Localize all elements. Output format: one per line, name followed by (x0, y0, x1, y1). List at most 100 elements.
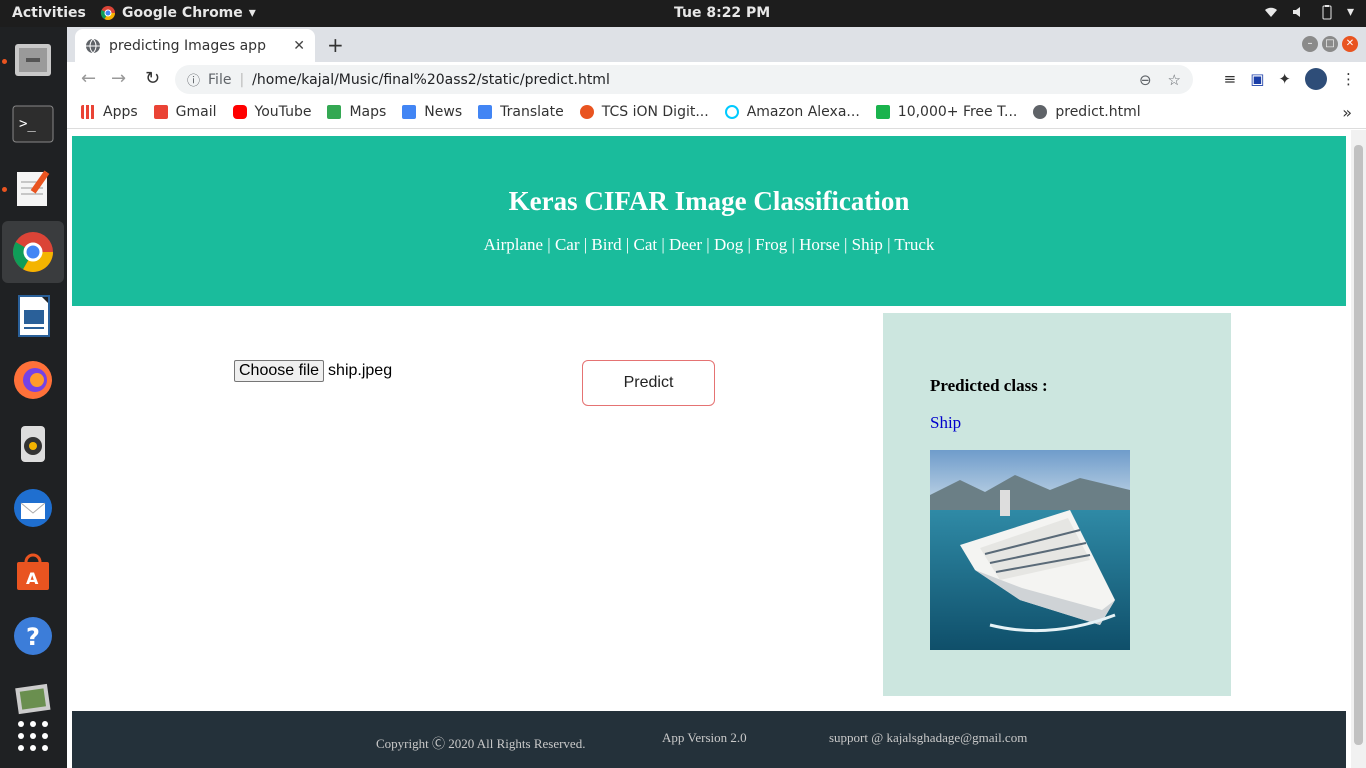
toolbar-actions: ≡ ▣ ✦ ⋮ (1224, 68, 1356, 90)
apps-grid-icon (81, 105, 95, 119)
globe-icon (86, 38, 100, 53)
bookmark-label: Amazon Alexa... (746, 104, 860, 120)
bookmark-label: 10,000+ Free T... (897, 104, 1018, 120)
bookmark-label: YouTube (254, 104, 312, 120)
thunderbird-icon[interactable] (8, 483, 58, 533)
window-controls: – □ ✕ (1302, 36, 1358, 52)
footer-copyright: Copyright Ⓒ 2020 All Rights Reserved. (376, 736, 586, 751)
dock: >_ A ? (0, 27, 67, 768)
chevron-down-icon: ▾ (1346, 4, 1354, 20)
bookmark-gmail[interactable]: Gmail (153, 104, 217, 120)
youtube-icon (232, 105, 247, 119)
bookmark-star-icon[interactable]: ☆ (1168, 71, 1181, 89)
rhythmbox-icon[interactable] (8, 419, 58, 469)
page-viewport: Keras CIFAR Image Classification Airplan… (67, 130, 1366, 768)
page-scrollbar[interactable] (1351, 130, 1366, 768)
chrome-icon (100, 6, 115, 20)
gmail-icon (153, 105, 168, 119)
chrome-window: predicting Images app ✕ + – □ ✕ ← → ↻ ⓘ … (67, 27, 1366, 768)
url-text[interactable]: /home/kajal/Music/final%20ass2/static/pr… (252, 72, 1139, 88)
pexels-icon (875, 105, 890, 119)
svg-text:A: A (26, 569, 39, 588)
bookmark-label: TCS iON Digit... (601, 104, 709, 120)
scrollbar-thumb[interactable] (1354, 145, 1363, 745)
running-indicator (2, 187, 7, 192)
profile-avatar[interactable] (1305, 68, 1327, 90)
bookmark-label: predict.html (1055, 104, 1141, 120)
help-icon[interactable]: ? (8, 611, 58, 661)
scheme-label: File (208, 71, 232, 88)
bookmark-apps[interactable]: Apps (81, 104, 138, 120)
firefox-icon[interactable] (8, 355, 58, 405)
alexa-icon (724, 105, 739, 119)
maximize-button[interactable]: □ (1322, 36, 1338, 52)
clock[interactable]: Tue 8:22 PM (674, 5, 770, 21)
show-applications-icon[interactable] (8, 711, 58, 761)
chevron-down-icon: ▾ (248, 5, 256, 21)
bookmark-amazon-alexa[interactable]: Amazon Alexa... (724, 104, 860, 120)
reading-list-icon[interactable]: ≡ (1224, 70, 1237, 88)
volume-icon (1292, 7, 1300, 17)
bookmark-label: Gmail (175, 104, 217, 120)
maps-icon (327, 105, 342, 119)
more-bookmarks-icon[interactable]: » (1342, 103, 1352, 122)
predicted-class-value: Ship (930, 413, 962, 432)
footer-version: App Version 2.0 (662, 730, 747, 745)
address-bar[interactable]: ⓘ File | /home/kajal/Music/final%20ass2/… (175, 65, 1193, 94)
system-tray[interactable]: ▾ (1263, 4, 1354, 20)
terminal-icon[interactable]: >_ (8, 99, 58, 149)
bookmark-label: Apps (103, 104, 138, 120)
software-center-icon[interactable]: A (8, 547, 58, 597)
files-icon[interactable] (8, 35, 58, 85)
tab-strip: predicting Images app ✕ + – □ ✕ (67, 27, 1366, 62)
activities-button[interactable]: Activities (12, 5, 86, 21)
reload-button[interactable]: ↻ (145, 68, 160, 89)
file-upload: Choose file ship.jpeg (234, 360, 392, 382)
selected-file-name: ship.jpeg (328, 362, 393, 379)
bookmark-news[interactable]: News (402, 104, 462, 120)
running-indicator (2, 59, 7, 64)
result-panel: Predicted class : Ship (883, 313, 1231, 696)
translate-icon (478, 105, 493, 119)
wifi-icon (1264, 7, 1277, 18)
predict-button[interactable]: Predict (582, 360, 715, 406)
choose-file-button[interactable]: Choose file (234, 360, 325, 382)
bookmark-youtube[interactable]: YouTube (232, 104, 312, 120)
minimize-button[interactable]: – (1302, 36, 1318, 52)
predicted-class-label: Predicted class : (930, 376, 1048, 395)
text-editor-icon[interactable] (8, 163, 58, 213)
info-icon[interactable]: ⓘ (187, 70, 200, 89)
tab-predicting-images[interactable]: predicting Images app ✕ (75, 29, 315, 62)
chrome-dock-icon[interactable] (2, 221, 64, 283)
close-window-button[interactable]: ✕ (1342, 36, 1358, 52)
bookmarks-bar: Apps Gmail YouTube Maps News Translate T… (67, 96, 1366, 129)
news-icon (402, 105, 417, 119)
close-tab-icon[interactable]: ✕ (293, 38, 305, 54)
cast-icon[interactable]: ▣ (1250, 70, 1264, 88)
bookmark-maps[interactable]: Maps (327, 104, 386, 120)
bookmark-free-t[interactable]: 10,000+ Free T... (875, 104, 1018, 120)
battery-icon (1322, 5, 1332, 20)
forward-button[interactable]: → (111, 68, 126, 89)
page-header: Keras CIFAR Image Classification Airplan… (72, 136, 1346, 306)
page-title: Keras CIFAR Image Classification (508, 186, 910, 216)
extensions-icon[interactable]: ✦ (1278, 70, 1291, 88)
back-button[interactable]: ← (81, 68, 96, 89)
zoom-icon[interactable]: ⊖ (1139, 71, 1152, 89)
bookmark-predict[interactable]: predict.html (1033, 104, 1141, 120)
bookmark-tcs-ion[interactable]: TCS iON Digit... (579, 104, 709, 120)
uploaded-ship-image (930, 450, 1130, 650)
app-menu-label: Google Chrome (122, 5, 243, 21)
tab-title: predicting Images app (109, 37, 266, 54)
app-menu[interactable]: Google Chrome ▾ (100, 5, 256, 21)
svg-text:>_: >_ (19, 116, 36, 132)
bookmark-label: Translate (500, 104, 564, 120)
globe-icon (1033, 105, 1048, 119)
menu-icon[interactable]: ⋮ (1341, 70, 1356, 88)
bookmark-translate[interactable]: Translate (478, 104, 564, 120)
tcs-ion-icon (579, 105, 594, 119)
footer-support[interactable]: support @ kajalsghadage@gmail.com (829, 730, 1027, 746)
writer-icon[interactable] (8, 291, 58, 341)
new-tab-button[interactable]: + (327, 33, 344, 57)
svg-text:?: ? (26, 623, 40, 651)
